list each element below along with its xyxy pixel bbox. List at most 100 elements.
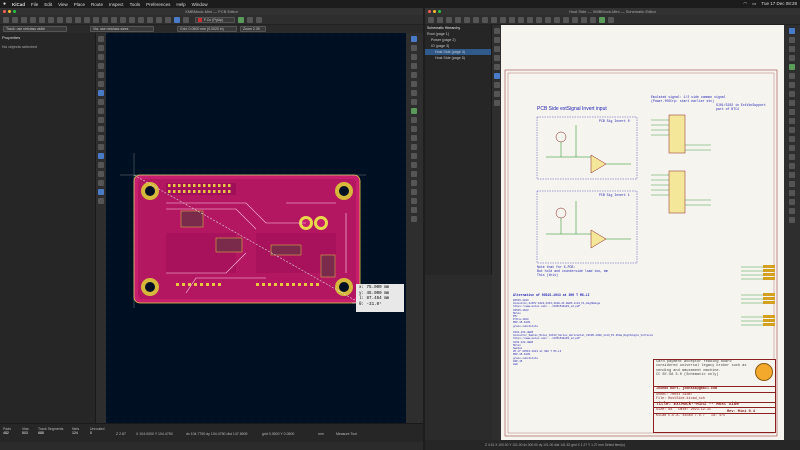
menu-inspect[interactable]: Inspect <box>109 2 124 7</box>
sch-grid-icon[interactable] <box>493 28 500 34</box>
zone-fill-icon[interactable] <box>98 108 104 114</box>
delete-icon[interactable] <box>411 198 417 204</box>
sch-undo-icon[interactable] <box>464 16 470 23</box>
sch-hierarchy-icon[interactable] <box>545 16 551 23</box>
sch-erc-icon[interactable] <box>572 16 578 23</box>
menu-tools[interactable]: Tools <box>130 2 141 7</box>
sch-zoom-button[interactable] <box>438 10 441 13</box>
sch-close-button[interactable] <box>428 10 431 13</box>
menu-route[interactable]: Route <box>91 2 103 7</box>
scripting-icon[interactable] <box>238 16 244 23</box>
sch-simulator-icon[interactable] <box>608 16 614 23</box>
track-width-select[interactable]: Track: use netclass width <box>3 26 67 32</box>
pad-outline-icon[interactable] <box>98 126 104 132</box>
cursor-shape-icon[interactable] <box>98 81 104 87</box>
search-icon[interactable] <box>66 16 72 23</box>
clock[interactable]: Tue 17 Dec 08:28 <box>761 1 797 7</box>
menu-view[interactable]: View <box>58 2 68 7</box>
draw-circle-icon[interactable] <box>411 153 417 159</box>
add-text-icon[interactable] <box>411 171 417 177</box>
sch-search-icon[interactable] <box>482 16 488 23</box>
sch-import-pin-icon[interactable] <box>789 145 795 151</box>
menu-file[interactable]: File <box>31 2 38 7</box>
local-ratsnest-icon[interactable] <box>411 54 417 60</box>
sch-add-power-icon[interactable] <box>789 55 795 61</box>
sch-save-icon[interactable] <box>428 16 434 23</box>
sch-units-in-icon[interactable] <box>493 37 500 43</box>
sch-replace-icon[interactable] <box>491 16 497 23</box>
zoom-selection-icon[interactable] <box>111 16 117 23</box>
zoom-fit-icon[interactable] <box>102 16 108 23</box>
menu-window[interactable]: Window <box>192 2 208 7</box>
draw-line-icon[interactable] <box>411 126 417 132</box>
search-panel-icon[interactable] <box>98 189 104 195</box>
hier-item-host-side-5[interactable]: Host Side (page 5) <box>425 55 491 61</box>
route-track-icon[interactable] <box>411 72 417 78</box>
sch-select-tool-icon[interactable] <box>789 28 795 34</box>
python-icon[interactable] <box>98 198 104 204</box>
sch-net-label-icon[interactable] <box>789 109 795 115</box>
sch-annotate-icon[interactable] <box>563 16 569 23</box>
rotate-cw-icon[interactable] <box>129 16 135 23</box>
sch-minimize-button[interactable] <box>433 10 436 13</box>
zoom-in-icon[interactable] <box>84 16 90 23</box>
print-icon[interactable] <box>30 16 36 23</box>
wifi-icon[interactable]: ◠ <box>743 1 747 7</box>
footprint-editor-icon[interactable] <box>256 16 262 23</box>
add-textbox-icon[interactable] <box>411 180 417 186</box>
save-icon[interactable] <box>3 16 9 23</box>
lock-icon[interactable] <box>165 16 171 23</box>
sch-sheet-icon[interactable] <box>789 136 795 142</box>
schematic-sheet[interactable]: PCB Side extSignal Invert input Emulated… <box>501 25 784 440</box>
menu-app-name[interactable]: KiCad <box>12 2 25 7</box>
properties-toggle-icon[interactable] <box>98 180 104 186</box>
mirror-icon[interactable] <box>147 16 153 23</box>
sch-image-icon[interactable] <box>789 208 795 214</box>
sch-line-icon[interactable] <box>789 199 795 205</box>
ratsnest-icon[interactable] <box>98 90 104 96</box>
layers-manager-icon[interactable] <box>98 171 104 177</box>
add-rule-area-icon[interactable] <box>411 117 417 123</box>
sch-hidden-pins-icon[interactable] <box>493 64 500 70</box>
zone-outline-icon[interactable] <box>98 117 104 123</box>
net-inspector-icon[interactable] <box>98 162 104 168</box>
sch-no-connect-icon[interactable] <box>789 91 795 97</box>
drc-icon[interactable] <box>183 16 189 23</box>
sch-zoom-out-icon[interactable] <box>509 16 515 23</box>
sch-plot-icon[interactable] <box>455 16 461 23</box>
select-tool-icon[interactable] <box>411 36 417 42</box>
sch-arc-icon[interactable] <box>789 190 795 196</box>
draw-rect-icon[interactable] <box>411 144 417 150</box>
sch-assign-footprints-icon[interactable] <box>581 16 587 23</box>
sch-90-mode-icon[interactable] <box>493 91 500 97</box>
sch-rotate-icon[interactable] <box>527 16 533 23</box>
sch-zoom-in-icon[interactable] <box>500 16 506 23</box>
curved-ratsnest-icon[interactable] <box>98 99 104 105</box>
high-contrast-icon[interactable] <box>98 153 104 159</box>
sch-add-entry-icon[interactable] <box>789 82 795 88</box>
flip-icon[interactable] <box>138 16 144 23</box>
minimize-button[interactable] <box>8 10 11 13</box>
sch-bom-icon[interactable] <box>590 16 596 23</box>
measure-icon[interactable] <box>411 216 417 222</box>
zoom-button[interactable] <box>13 10 16 13</box>
sch-circle-icon[interactable] <box>789 181 795 187</box>
draw-arc-icon[interactable] <box>411 135 417 141</box>
sch-settings-icon[interactable] <box>437 16 443 23</box>
sch-print-icon[interactable] <box>446 16 452 23</box>
pcb-canvas[interactable] <box>106 33 406 423</box>
plot-icon[interactable] <box>39 16 45 23</box>
sch-units-mm-icon[interactable] <box>493 46 500 52</box>
sch-mirror-icon[interactable] <box>536 16 542 23</box>
group-icon[interactable] <box>156 16 162 23</box>
sch-open-pcb-icon[interactable] <box>599 16 605 23</box>
via-outline-icon[interactable] <box>98 135 104 141</box>
set-origin-icon[interactable] <box>411 207 417 213</box>
redo-icon[interactable] <box>57 16 63 23</box>
units-in-icon[interactable] <box>98 63 104 69</box>
sch-textbox-icon[interactable] <box>789 163 795 169</box>
sch-delete-icon[interactable] <box>789 217 795 223</box>
polar-coords-icon[interactable] <box>98 54 104 60</box>
sch-global-label-icon[interactable] <box>789 118 795 124</box>
sch-symbol-editor-icon[interactable] <box>554 16 560 23</box>
